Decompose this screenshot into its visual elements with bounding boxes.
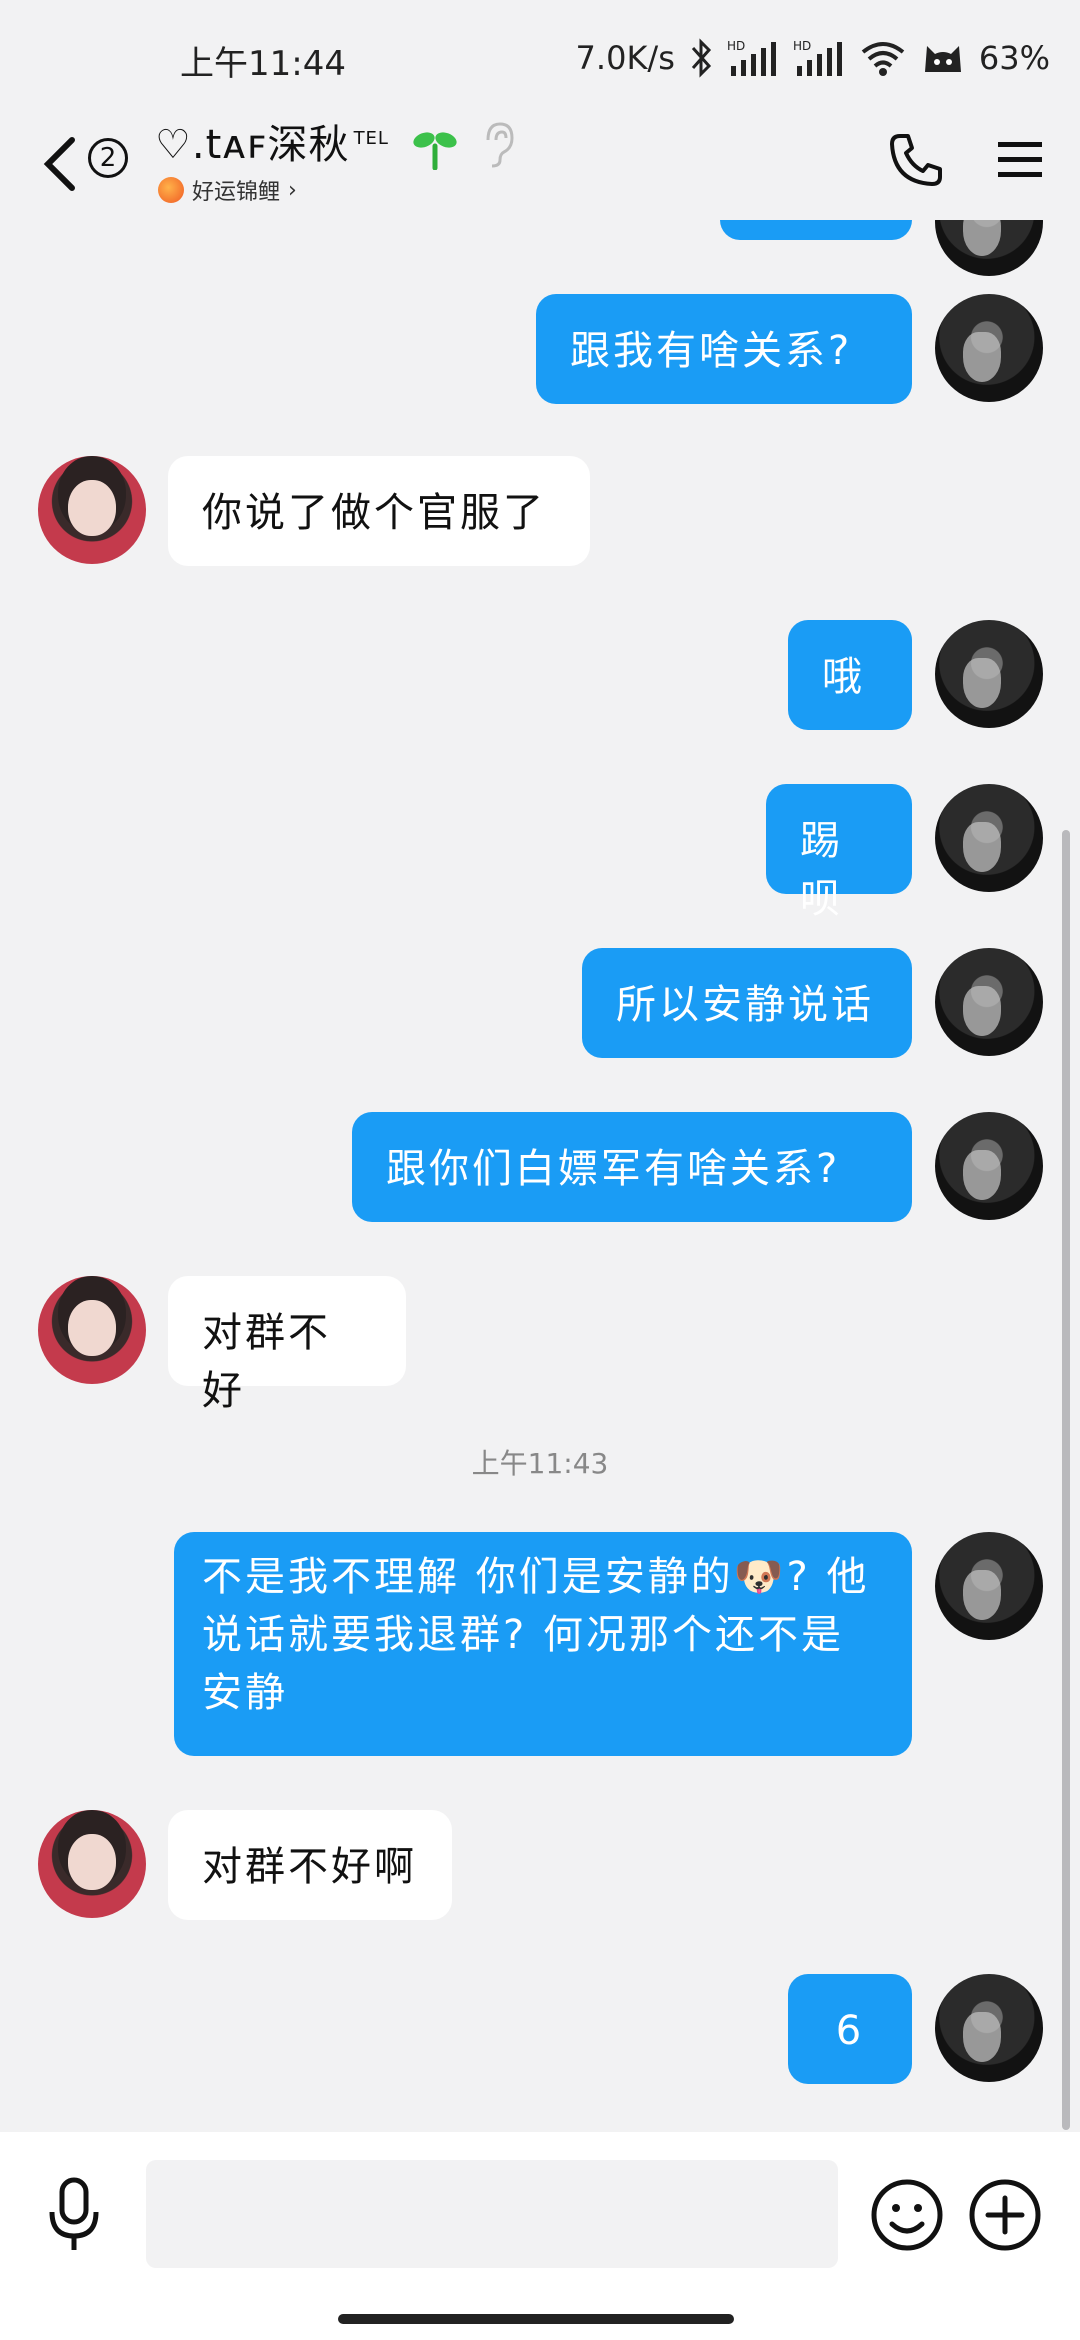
my-avatar[interactable]: [935, 784, 1043, 892]
input-bar: [0, 2132, 1080, 2340]
message-bubble[interactable]: 哦: [788, 620, 912, 730]
signal-hd-icon: HD: [793, 39, 842, 76]
message-bubble[interactable]: 不是我不理解 你们是安静的🐶? 他说话就要我退群? 何况那个还不是安静: [174, 1532, 912, 1756]
unread-count-badge[interactable]: 2: [88, 138, 128, 178]
status-bar: 上午11:44 7.0K/s HD HD 63%: [0, 0, 1080, 120]
message-bubble[interactable]: 对群不好: [168, 1276, 406, 1414]
chat-header: 2 ♡.tᴀꜰ深秋 TEL 好运锦鲤 ›: [0, 110, 1080, 220]
koi-fish-icon: [158, 177, 184, 203]
message-bubble[interactable]: 6: [788, 1974, 912, 2084]
back-button[interactable]: [38, 132, 82, 196]
chat-title-text: ♡.tᴀꜰ深秋: [155, 122, 350, 168]
message-row: 不是我不理解 你们是安静的🐶? 他说话就要我退群? 何况那个还不是安静: [0, 1532, 1060, 1756]
title-tag: TEL: [353, 127, 389, 149]
message-bubble-partial[interactable]: [720, 220, 912, 240]
message-row: 所以安静说话: [0, 948, 1060, 1058]
chat-title[interactable]: ♡.tᴀꜰ深秋 TEL: [155, 112, 389, 170]
my-avatar[interactable]: [935, 1532, 1043, 1640]
message-row: 踢呗: [0, 784, 1060, 922]
more-options-button[interactable]: [968, 2178, 1042, 2252]
chat-subtitle[interactable]: 好运锦鲤 ›: [158, 174, 297, 206]
voice-input-button[interactable]: [44, 2176, 104, 2256]
subtitle-text: 好运锦鲤: [192, 180, 281, 205]
status-icons: 7.0K/s HD HD 63%: [576, 34, 1050, 82]
network-speed: 7.0K/s: [575, 39, 675, 77]
chevron-right-icon: ›: [288, 177, 297, 203]
scrollbar[interactable]: [1062, 830, 1070, 2130]
message-bubble[interactable]: 踢呗: [766, 784, 912, 922]
bluetooth-icon: [691, 38, 711, 78]
my-avatar[interactable]: [935, 294, 1043, 402]
cat-icon: [924, 46, 961, 72]
message-timestamp: 上午11:43: [471, 1447, 609, 1480]
svg-text:HD: HD: [793, 39, 811, 53]
my-avatar[interactable]: [935, 1974, 1043, 2082]
my-avatar[interactable]: [935, 1112, 1043, 1220]
message-bubble[interactable]: 所以安静说话: [582, 948, 912, 1058]
phone-call-button[interactable]: [886, 130, 946, 190]
signal-hd-icon: HD: [727, 39, 776, 76]
my-avatar[interactable]: [935, 220, 1043, 276]
message-row: 你说了做个官服了: [0, 456, 1060, 566]
message-bubble[interactable]: 跟你们白嫖军有啥关系?: [352, 1112, 912, 1222]
wifi-icon: [861, 42, 905, 76]
message-row: 对群不好啊: [0, 1810, 1060, 1920]
message-list[interactable]: 跟我有啥关系? 你说了做个官服了 哦 踢呗 所以安静说话 跟你们白嫖军有啥关系?…: [0, 220, 1080, 2130]
my-avatar[interactable]: [935, 620, 1043, 728]
my-avatar[interactable]: [935, 948, 1043, 1056]
svg-text:HD: HD: [727, 39, 745, 53]
sprout-icon: [413, 132, 457, 170]
status-time: 上午11:44: [180, 44, 346, 84]
message-row: 哦: [0, 620, 1060, 730]
message-bubble[interactable]: 跟我有啥关系?: [536, 294, 912, 404]
message-row: 跟我有啥关系?: [0, 294, 1060, 404]
menu-button[interactable]: [996, 138, 1044, 182]
message-row: 跟你们白嫖军有啥关系?: [0, 1112, 1060, 1222]
message-row: 对群不好: [0, 1276, 1060, 1414]
emoji-button[interactable]: [870, 2178, 944, 2252]
home-indicator[interactable]: [338, 2314, 734, 2324]
message-bubble[interactable]: 对群不好啊: [168, 1810, 452, 1920]
battery-level: 63%: [978, 39, 1050, 77]
message-row: 6: [0, 1974, 1060, 2084]
contact-avatar[interactable]: [38, 1276, 146, 1384]
ear-icon: [486, 122, 514, 168]
message-bubble[interactable]: 你说了做个官服了: [168, 456, 590, 566]
message-input[interactable]: [146, 2160, 838, 2268]
contact-avatar[interactable]: [38, 456, 146, 564]
contact-avatar[interactable]: [38, 1810, 146, 1918]
